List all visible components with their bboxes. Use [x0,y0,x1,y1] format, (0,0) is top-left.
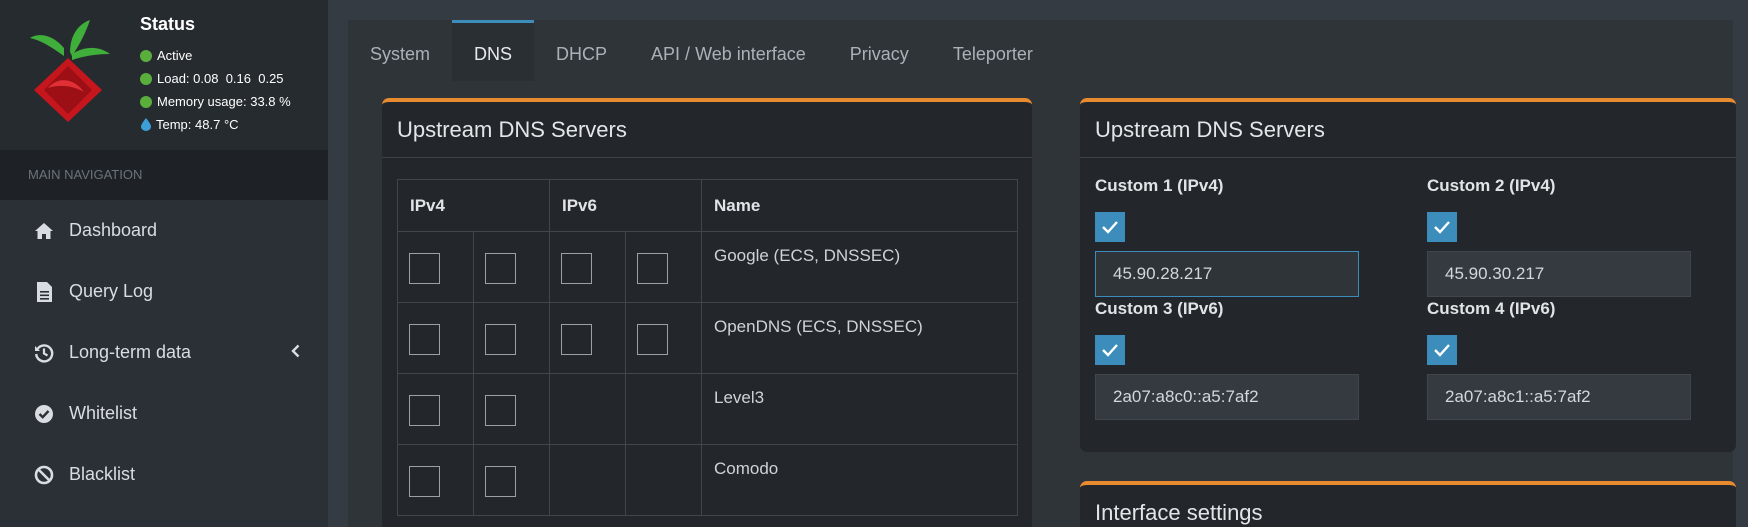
custom-1-checkbox[interactable] [1095,212,1125,242]
home-icon [33,220,55,242]
ban-icon [33,464,55,486]
column-header-ipv4: IPv4 [397,179,550,232]
memory-value: 33.8 % [250,94,291,109]
custom-3-label: Custom 3 (IPv6) [1095,299,1224,318]
column-header-ipv6: IPv6 [549,179,702,232]
status-memory: Memory usage: 33.8 % [140,90,291,113]
user-panel: Status Active Load: 0.08 0.16 0.25 Memor… [0,0,328,150]
custom-upstream-card: Upstream DNS Servers Custom 1 (IPv4) 45.… [1080,98,1736,452]
opendns-ipv4-1-checkbox[interactable] [409,324,440,355]
tab-privacy[interactable]: Privacy [828,20,931,81]
custom-3-field: Custom 3 (IPv6) 2a07:a8c0::a5:7af2 [1095,299,1359,420]
sidebar-item-query-log[interactable]: Query Log [0,261,328,322]
status-active-text: Active [157,48,193,63]
sidebar-item-label: Whitelist [69,403,138,423]
pihole-logo-icon [30,20,110,122]
custom-4-checkbox[interactable] [1427,335,1457,365]
sidebar-item-dashboard[interactable]: Dashboard [0,200,328,261]
settings-tabs: System DNS DHCP API / Web interface Priv… [348,20,1055,81]
comodo-ipv4-1-checkbox[interactable] [409,466,440,497]
custom-1-field: Custom 1 (IPv4) 45.90.28.217 [1095,176,1359,297]
settings-tabs-box: System DNS DHCP API / Web interface Priv… [348,20,1736,527]
comodo-ipv4-2-checkbox[interactable] [485,466,516,497]
status-active: Active [140,44,291,67]
green-dot-icon [140,72,152,85]
sidebar: Status Active Load: 0.08 0.16 0.25 Memor… [0,0,328,527]
custom-2-input[interactable]: 45.90.30.217 [1427,251,1691,297]
temp-label: Temp: [156,117,192,132]
sidebar-item-blacklist[interactable]: Blacklist [0,444,328,505]
tab-dns[interactable]: DNS [452,20,535,81]
opendns-ipv6-1-checkbox[interactable] [561,324,592,355]
main-content: System DNS DHCP API / Web interface Priv… [328,0,1748,527]
status-block: Status Active Load: 0.08 0.16 0.25 Memor… [140,14,291,136]
checkmark-icon [1102,344,1118,357]
google-ipv6-1-checkbox[interactable] [561,253,592,284]
custom-2-label: Custom 2 (IPv4) [1427,176,1556,195]
table-row: Comodo [397,444,1018,516]
table-row: OpenDNS (ECS, DNSSEC) [397,302,1018,374]
status-load: Load: 0.08 0.16 0.25 [140,67,291,90]
table-row: Level3 [397,373,1018,445]
custom-3-checkbox[interactable] [1095,335,1125,365]
temp-value: 48.7 °C [195,117,239,132]
load-values: 0.08 0.16 0.25 [193,71,284,86]
chevron-left-icon[interactable] [291,344,300,358]
water-drop-icon [141,118,151,131]
custom-2-field: Custom 2 (IPv4) 45.90.30.217 [1427,176,1691,297]
upstream-dns-table: IPv4 IPv6 Name Google (ECS, DNSSEC) Open… [397,179,1018,516]
table-header-row: IPv4 IPv6 Name [397,179,1018,232]
card-title: Upstream DNS Servers [382,102,1032,158]
history-icon [33,342,55,364]
tab-api-web-interface[interactable]: API / Web interface [629,20,828,81]
green-dot-icon [140,49,152,62]
custom-4-input[interactable]: 2a07:a8c1::a5:7af2 [1427,374,1691,420]
sidebar-item-whitelist[interactable]: Whitelist [0,383,328,444]
checkmark-icon [1434,344,1450,357]
check-circle-icon [33,403,55,425]
tab-teleporter[interactable]: Teleporter [931,20,1055,81]
green-dot-icon [140,95,152,108]
main-navigation: Dashboard Query Log Long-term data White… [0,200,328,505]
provider-name: OpenDNS (ECS, DNSSEC) [701,302,1018,374]
sidebar-item-label: Blacklist [69,464,136,484]
google-ipv4-1-checkbox[interactable] [409,253,440,284]
sidebar-item-long-term-data[interactable]: Long-term data [0,322,328,383]
provider-name: Comodo [701,444,1018,516]
card-title: Interface settings [1080,485,1736,527]
status-temp: Temp: 48.7 °C [140,113,291,136]
nav-header: MAIN NAVIGATION [0,150,328,200]
level3-ipv4-1-checkbox[interactable] [409,395,440,426]
sidebar-item-label: Dashboard [69,220,158,240]
sidebar-item-label: Long-term data [69,342,192,362]
custom-1-label: Custom 1 (IPv4) [1095,176,1224,195]
tab-system[interactable]: System [348,20,452,81]
status-title: Status [140,14,196,34]
table-row: Google (ECS, DNSSEC) [397,231,1018,303]
upstream-dns-card: Upstream DNS Servers IPv4 IPv6 Name Goog… [382,98,1032,527]
provider-name: Level3 [701,373,1018,445]
load-label: Load: [157,71,190,86]
opendns-ipv6-2-checkbox[interactable] [637,324,668,355]
document-icon [33,281,55,303]
column-header-name: Name [701,179,1018,232]
level3-ipv4-2-checkbox[interactable] [485,395,516,426]
custom-4-field: Custom 4 (IPv6) 2a07:a8c1::a5:7af2 [1427,299,1691,420]
card-title: Upstream DNS Servers [1080,102,1736,158]
custom-3-input[interactable]: 2a07:a8c0::a5:7af2 [1095,374,1359,420]
google-ipv4-2-checkbox[interactable] [485,253,516,284]
opendns-ipv4-2-checkbox[interactable] [485,324,516,355]
interface-settings-card: Interface settings [1080,481,1736,527]
sidebar-item-label: Query Log [69,281,154,301]
google-ipv6-2-checkbox[interactable] [637,253,668,284]
provider-name: Google (ECS, DNSSEC) [701,231,1018,303]
checkmark-icon [1102,221,1118,234]
checkmark-icon [1434,221,1450,234]
memory-label: Memory usage: [157,94,247,109]
app-window: Status Active Load: 0.08 0.16 0.25 Memor… [0,0,1748,527]
custom-4-label: Custom 4 (IPv6) [1427,299,1556,318]
tab-dhcp[interactable]: DHCP [534,20,629,81]
custom-1-input[interactable]: 45.90.28.217 [1095,251,1359,297]
custom-2-checkbox[interactable] [1427,212,1457,242]
